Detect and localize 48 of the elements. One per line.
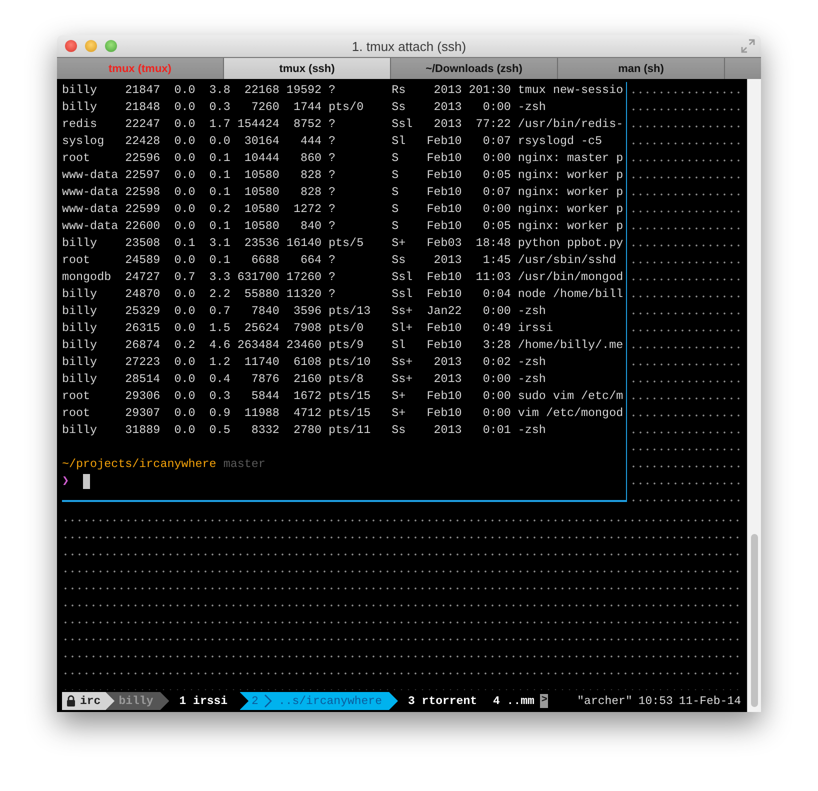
clock-time: 10:53 — [638, 694, 673, 708]
chevron-icon — [264, 694, 272, 708]
window-name: ..s/ircanywhere — [278, 694, 382, 708]
prompt-path: ~/projects/ircanywhere — [62, 457, 216, 471]
process-line: billy 27223 0.0 1.2 11740 6108 pts/10 Ss+ 2013 0:02 -zsh — [62, 354, 547, 371]
process-line: www-data 22599 0.0 0.2 10580 1272 ? S Feb10 0:00 nginx: worker p — [62, 201, 624, 218]
process-line: redis 22247 0.0 1.7 154424 8752 ? Ssl 2013 77:22 /usr/bin/redis- — [62, 116, 624, 133]
process-line: www-data 22600 0.0 0.1 10580 840 ? S Feb10 0:05 nginx: worker p — [62, 218, 624, 235]
fullscreen-icon[interactable] — [741, 39, 755, 53]
tab[interactable]: man (sh) — [558, 58, 725, 79]
overflow-marker: > — [540, 694, 548, 708]
process-line: root 22596 0.0 0.1 10444 860 ? S Feb10 0:00 nginx: master p — [62, 150, 624, 167]
process-line: billy 21847 0.0 3.8 22168 19592 ? Rs 2013 201:30 tmux new-sessio — [62, 82, 624, 99]
host-name: "archer" — [577, 694, 632, 708]
process-line: billy 23508 0.1 3.1 23536 16140 pts/5 S+ Feb03 18:48 python ppbot.py — [62, 235, 624, 252]
window-index: 2 — [252, 694, 258, 708]
close-button[interactable] — [65, 40, 77, 52]
window-item[interactable]: 1 irssi — [173, 692, 234, 710]
scrollbar[interactable] — [747, 79, 761, 712]
process-line: billy 24870 0.0 2.2 55880 11320 ? Ssl Feb10 0:04 node /home/bill — [62, 286, 624, 303]
git-branch: master — [223, 457, 266, 471]
tab[interactable]: ~/Downloads (zsh) — [391, 58, 558, 79]
tab[interactable]: tmux (ssh) — [224, 58, 391, 79]
process-line: root 24589 0.0 0.1 6688 664 ? Ss 2013 1:45 /usr/sbin/sshd — [62, 252, 618, 269]
process-line: billy 26874 0.2 4.6 263484 23460 pts/9 Sl Feb10 3:28 /home/billy/.me — [62, 337, 624, 354]
process-line: billy 31889 0.0 0.5 8332 2780 pts/11 Ss 2013 0:01 -zsh — [62, 422, 547, 439]
process-line: mongodb 24727 0.7 3.3 631700 17260 ? Ssl Feb10 11:03 /usr/bin/mongod — [62, 269, 624, 286]
text-cursor — [83, 474, 90, 489]
process-line: billy 28514 0.0 0.4 7876 2160 pts/8 Ss+ 2013 0:00 -zsh — [62, 371, 547, 388]
window-item[interactable]: 4 ..mm — [487, 692, 540, 710]
process-line: www-data 22598 0.0 0.1 10580 828 ? S Feb10 0:07 nginx: worker p — [62, 184, 624, 201]
session-segment: irc — [62, 692, 115, 710]
process-line: root 29307 0.0 0.9 11988 4712 pts/15 S+ Feb10 0:00 vim /etc/mongod — [62, 405, 624, 422]
process-line: billy 25329 0.0 0.7 7840 3596 pts/13 Ss+ Jan22 0:00 -zsh — [62, 303, 547, 320]
lock-icon — [66, 695, 76, 707]
process-line: billy 21848 0.0 0.3 7260 1744 pts/0 Ss 2013 0:00 -zsh — [62, 99, 547, 116]
minimize-button[interactable] — [85, 40, 97, 52]
process-line: syslog 22428 0.0 0.0 30164 444 ? Sl Feb10 0:07 rsyslogd -c5 — [62, 133, 604, 150]
process-line: www-data 22597 0.0 0.1 10580 828 ? S Feb10 0:05 nginx: worker p — [62, 167, 624, 184]
process-line: billy 26315 0.0 1.5 25624 7908 pts/0 Sl+ Feb10 0:49 irssi — [62, 320, 554, 337]
window-title: 1. tmux attach (ssh) — [350, 38, 468, 54]
date-text: 11-Feb-14 — [678, 694, 741, 708]
user-segment: billy — [106, 692, 170, 710]
scroll-thumb[interactable] — [751, 534, 758, 707]
process-line: root 29306 0.0 0.3 5844 1672 pts/15 S+ Feb10 0:00 sudo vim /etc/m — [62, 388, 624, 405]
window-item[interactable]: 3 rtorrent — [402, 692, 483, 710]
zoom-button[interactable] — [105, 40, 117, 52]
prompt-symbol: ❯ — [62, 473, 70, 490]
